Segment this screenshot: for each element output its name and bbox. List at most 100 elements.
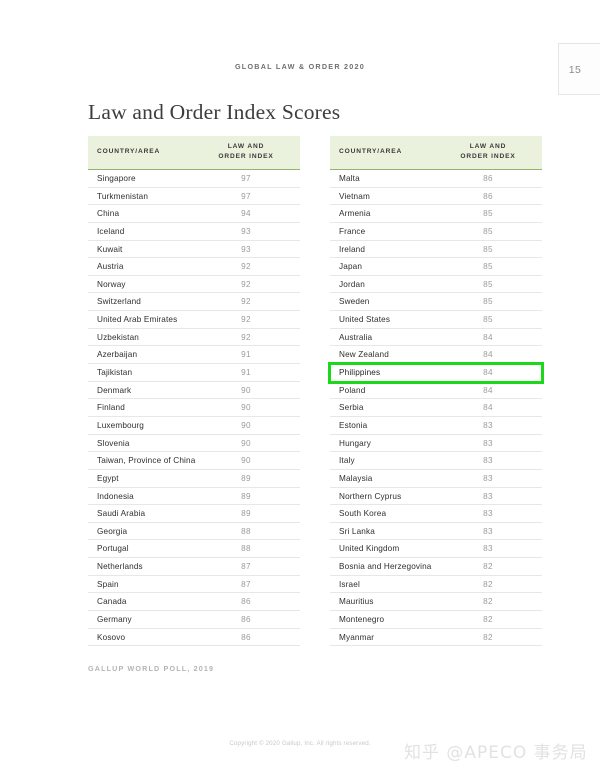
table-header-left: COUNTRY/AREA LAW AND ORDER INDEX	[88, 136, 300, 170]
row-country: Malaysia	[339, 473, 373, 483]
row-country: Sri Lanka	[339, 526, 375, 536]
row-score: 85	[483, 209, 493, 219]
table-row: Hungary 83	[330, 435, 542, 453]
table-row: Georgia 88	[88, 523, 300, 541]
row-score: 86	[241, 632, 251, 642]
row-country: Slovenia	[97, 438, 130, 448]
row-country: Canada	[97, 597, 127, 607]
table-row: Northern Cyprus 83	[330, 488, 542, 506]
table-row: Indonesia 89	[88, 488, 300, 506]
table-row: Switzerland 92	[88, 293, 300, 312]
row-country: Kosovo	[97, 632, 126, 642]
row-score: 83	[483, 438, 493, 448]
table-row: Malaysia 83	[330, 470, 542, 488]
row-score: 97	[241, 174, 251, 183]
row-score: 90	[241, 420, 251, 430]
row-score: 92	[241, 262, 251, 272]
row-score: 92	[241, 279, 251, 289]
row-country: Uzbekistan	[97, 332, 140, 342]
table-row: Kosovo 86	[88, 629, 300, 647]
row-score: 83	[483, 473, 493, 483]
row-score: 94	[241, 209, 251, 219]
row-score: 89	[241, 473, 251, 483]
table-row: Sri Lanka 83	[330, 523, 542, 541]
table-row: Jordan 85	[330, 276, 542, 294]
law-order-index-table-left: COUNTRY/AREA LAW AND ORDER INDEX Singapo…	[88, 136, 300, 647]
row-score: 90	[241, 385, 251, 395]
row-country: Malta	[339, 174, 360, 183]
row-score: 86	[241, 615, 251, 625]
table-row: Sweden 85	[330, 293, 542, 312]
table-row: Iceland 93	[88, 223, 300, 241]
row-country: South Korea	[339, 509, 387, 519]
table-row: Norway 92	[88, 276, 300, 294]
row-score: 85	[483, 262, 493, 272]
table-row: Philippines 84	[328, 362, 544, 384]
row-score: 82	[483, 562, 493, 572]
row-score: 90	[241, 456, 251, 466]
row-score: 84	[483, 350, 493, 360]
row-country: Myanmar	[339, 632, 375, 642]
table-row: Uzbekistan 92	[88, 329, 300, 347]
row-country: Finland	[97, 403, 125, 413]
table-row: Serbia 84	[330, 399, 542, 417]
row-score: 89	[241, 491, 251, 501]
table-row: Azerbaijan 91	[88, 346, 300, 365]
table-row: Italy 83	[330, 452, 542, 470]
column-header-index-line1: LAW AND	[469, 143, 507, 150]
table-row: New Zealand 84	[330, 346, 542, 365]
row-score: 92	[241, 332, 251, 342]
table-row: United Kingdom 83	[330, 540, 542, 559]
table-row: Taiwan, Province of China 90	[88, 452, 300, 470]
row-country: Saudi Arabia	[97, 509, 146, 519]
row-score: 90	[241, 438, 251, 448]
table-row: Spain 87	[88, 576, 300, 594]
row-country: Serbia	[339, 403, 364, 413]
table-row: Vietnam 86	[330, 188, 542, 206]
row-score: 86	[483, 174, 493, 183]
table-row: Mauritius 82	[330, 593, 542, 612]
row-country: Poland	[339, 385, 366, 395]
row-score: 83	[483, 420, 493, 430]
row-country: Kuwait	[97, 244, 123, 254]
column-header-index-line1: LAW AND	[227, 143, 265, 150]
column-header-index-line2: ORDER INDEX	[218, 153, 274, 160]
row-score: 83	[483, 509, 493, 519]
row-country: Germany	[97, 615, 132, 625]
row-country: Estonia	[339, 420, 368, 430]
row-score: 85	[483, 297, 493, 307]
row-score: 85	[483, 315, 493, 325]
row-country: Switzerland	[97, 297, 141, 307]
row-score: 93	[241, 226, 251, 236]
law-order-index-table-right: COUNTRY/AREA LAW AND ORDER INDEX Malta 86…	[328, 136, 544, 647]
row-country: Denmark	[97, 385, 132, 395]
row-score: 83	[483, 491, 493, 501]
table-row: China 94	[88, 205, 300, 223]
table-row: Luxembourg 90	[88, 417, 300, 435]
row-score: 90	[241, 403, 251, 413]
row-country: Netherlands	[97, 562, 143, 572]
row-score: 82	[483, 632, 493, 642]
row-score: 83	[483, 526, 493, 536]
table-body-left: Singapore 97 Turkmenistan 97 China 94 Iceland 9…	[88, 170, 300, 647]
table-row: Portugal 88	[88, 540, 300, 559]
table-row: Bosnia and Herzegovina 82	[330, 558, 542, 576]
row-score: 85	[483, 226, 493, 236]
row-score: 83	[483, 456, 493, 466]
row-country: China	[97, 209, 120, 219]
page-title: Law and Order Index Scores	[88, 100, 341, 124]
row-country: Austria	[97, 262, 124, 272]
row-score: 85	[483, 279, 493, 289]
column-header-index: LAW AND ORDER INDEX	[442, 142, 534, 162]
row-score: 85	[483, 244, 493, 254]
table-row: United Arab Emirates 92	[88, 311, 300, 329]
row-country: Ireland	[339, 244, 366, 254]
table-header-right: COUNTRY/AREA LAW AND ORDER INDEX	[330, 136, 542, 170]
row-country: Taiwan, Province of China	[97, 456, 196, 466]
row-country: Iceland	[97, 226, 125, 236]
row-country: Georgia	[97, 526, 128, 536]
row-country: New Zealand	[339, 350, 389, 360]
row-score: 83	[483, 544, 493, 554]
column-header-index-line2: ORDER INDEX	[460, 153, 516, 160]
row-score: 87	[241, 579, 251, 589]
